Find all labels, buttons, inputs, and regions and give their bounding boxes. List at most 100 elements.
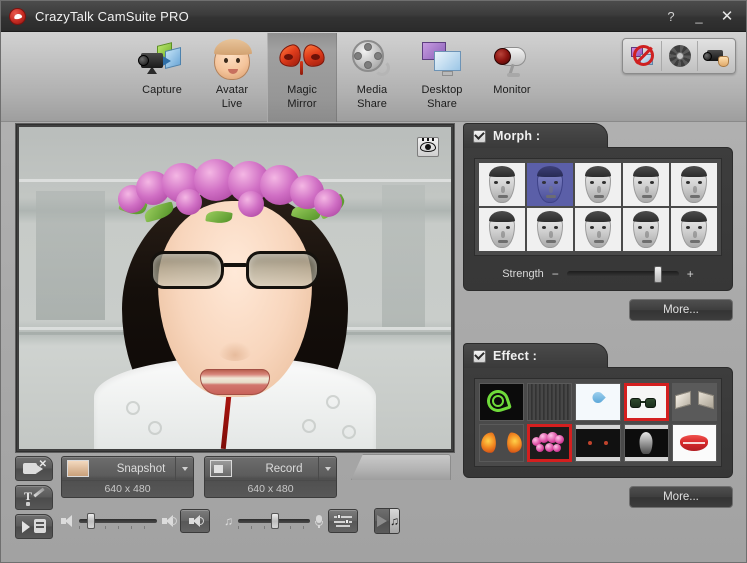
- volume-slider-thumb[interactable]: [86, 513, 95, 529]
- audio-mixer-button[interactable]: [328, 509, 358, 533]
- morph-thumb-6[interactable]: [479, 208, 525, 251]
- window-controls: ? _ ✕: [658, 1, 740, 32]
- crazytalk-logo-icon: [9, 7, 26, 25]
- strength-label: Strength: [502, 268, 544, 280]
- text-tool-button[interactable]: T: [15, 485, 53, 510]
- music-slider[interactable]: [238, 513, 310, 529]
- preview-eye-toggle-button[interactable]: [417, 137, 439, 157]
- morph-thumb-10[interactable]: [671, 208, 717, 251]
- strength-slider-thumb[interactable]: [654, 266, 663, 283]
- window-title: CrazyTalk CamSuite PRO: [35, 8, 189, 24]
- effect-panel-tab[interactable]: Effect :: [463, 343, 608, 368]
- utility-button-group: [622, 38, 736, 74]
- music-slider-group: ♫: [224, 509, 358, 533]
- eye-icon: [420, 138, 436, 152]
- morph-thumb-1[interactable]: [479, 163, 525, 206]
- toolbar-label-media-share-1: Media: [356, 84, 388, 96]
- emoticon-button[interactable]: [15, 514, 53, 539]
- record-button[interactable]: Record 640 x 480: [204, 456, 337, 498]
- toolbar-label-media-share-2: Share: [357, 98, 387, 110]
- settings-button[interactable]: [661, 41, 697, 71]
- morph-thumb-4[interactable]: [623, 163, 669, 206]
- morph-thumb-2[interactable]: [527, 163, 573, 206]
- capture-buttons-row: Snapshot 640 x 480 Record 640 x 480: [61, 456, 400, 498]
- camera-setup-button[interactable]: [697, 41, 733, 71]
- toolbar-item-desktop-share[interactable]: Desktop Share: [407, 32, 477, 122]
- main-toolbar: Capture Avatar Live Magic Mirror Media S…: [1, 32, 746, 122]
- effect-butterfly[interactable]: [479, 424, 525, 462]
- effect-paperfold[interactable]: [671, 383, 717, 421]
- music-note-icon: ♫: [224, 514, 233, 528]
- audio-controls-row: ♫ ♫: [61, 508, 400, 534]
- speaker-high-icon: [162, 515, 177, 527]
- speaker-low-icon: [61, 515, 74, 527]
- volume-slider-group: [61, 509, 210, 533]
- toolbar-label-avatar-live-1: Avatar: [215, 84, 249, 96]
- minimize-button[interactable]: _: [686, 6, 712, 28]
- microphone-icon: [315, 514, 323, 528]
- morph-panel-tab[interactable]: Morph :: [463, 123, 608, 148]
- capture-control-panel: Snapshot 640 x 480 Record 640 x 480 ♫ ♫: [61, 456, 400, 542]
- morph-panel-title: Morph :: [493, 129, 541, 143]
- toolbar-label-desktop-share-2: Share: [427, 98, 457, 110]
- toolbar-item-media-share[interactable]: Media Share: [337, 32, 407, 122]
- volume-slider[interactable]: [79, 513, 157, 529]
- close-button[interactable]: ✕: [714, 6, 740, 28]
- morph-thumbnail-grid: [474, 158, 722, 256]
- morph-thumb-3[interactable]: [575, 163, 621, 206]
- effect-waterdrop[interactable]: [575, 383, 621, 421]
- morph-enable-checkbox[interactable]: [473, 129, 486, 143]
- morph-more-button[interactable]: More...: [629, 299, 733, 321]
- media-player-group: ♫: [374, 508, 400, 534]
- strength-slider[interactable]: [566, 266, 679, 283]
- mute-toggle-button[interactable]: [180, 509, 210, 533]
- effect-swirl[interactable]: [479, 383, 525, 421]
- toolbar-item-monitor[interactable]: Monitor: [477, 32, 547, 122]
- sunglasses-effect-overlay: [150, 251, 320, 291]
- chevron-down-icon: [324, 467, 331, 471]
- toolbar-label-magic-mirror-2: Mirror: [287, 98, 317, 110]
- video-off-button[interactable]: ✕: [15, 456, 53, 481]
- video-off-icon: ✕: [23, 460, 47, 475]
- toolbar-item-avatar-live[interactable]: Avatar Live: [197, 32, 267, 122]
- toolbar-item-magic-mirror[interactable]: Magic Mirror: [267, 32, 337, 122]
- effect-lips[interactable]: [671, 424, 717, 462]
- help-button[interactable]: ?: [658, 6, 684, 28]
- strength-plus-button[interactable]: +: [687, 268, 694, 280]
- morph-panel: Morph : Strength − + More...: [463, 123, 733, 321]
- title-bar: CrazyTalk CamSuite PRO ? _ ✕: [1, 1, 746, 32]
- snapshot-button[interactable]: Snapshot 640 x 480: [61, 456, 194, 498]
- main-area: ✕ T Snapshot 640 x 480 Record 640 x 480 …: [1, 122, 746, 562]
- record-dropdown-button[interactable]: [318, 457, 336, 481]
- morph-thumb-7[interactable]: [527, 208, 573, 251]
- effect-noise[interactable]: [527, 383, 573, 421]
- morph-thumb-9[interactable]: [623, 208, 669, 251]
- toolbar-item-capture[interactable]: Capture: [127, 32, 197, 122]
- morph-thumb-8[interactable]: [575, 208, 621, 251]
- toolbar-label-avatar-live-2: Live: [221, 98, 243, 110]
- effect-enable-checkbox[interactable]: [473, 349, 486, 363]
- side-button-group: ✕ T: [15, 456, 55, 543]
- morph-thumb-5[interactable]: [671, 163, 717, 206]
- effect-ghost[interactable]: [623, 424, 669, 462]
- playlist-button[interactable]: ♫: [389, 509, 399, 533]
- strength-minus-button[interactable]: −: [552, 268, 559, 280]
- effect-more-button[interactable]: More...: [629, 486, 733, 508]
- effect-sunglasses[interactable]: [623, 383, 669, 421]
- music-slider-thumb[interactable]: [271, 513, 280, 529]
- app-window: CrazyTalk CamSuite PRO ? _ ✕ Capture Ava…: [0, 0, 747, 563]
- magic-mirror-icon: [277, 38, 327, 82]
- media-share-icon: [347, 38, 397, 82]
- toolbar-label-monitor: Monitor: [493, 84, 531, 96]
- toolbar-label-magic-mirror-1: Magic: [287, 84, 317, 96]
- avatar-live-icon: [207, 38, 257, 82]
- play-button[interactable]: [375, 509, 389, 533]
- effect-flowers[interactable]: [527, 424, 573, 462]
- effect-panel: Effect : More...: [463, 343, 733, 508]
- morph-panel-body: Strength − +: [463, 147, 733, 291]
- snapshot-dropdown-button[interactable]: [175, 457, 193, 481]
- disable-share-button[interactable]: [625, 41, 661, 71]
- capture-icon: [137, 38, 187, 82]
- effect-cateyes[interactable]: [575, 424, 621, 462]
- video-preview[interactable]: [19, 127, 451, 449]
